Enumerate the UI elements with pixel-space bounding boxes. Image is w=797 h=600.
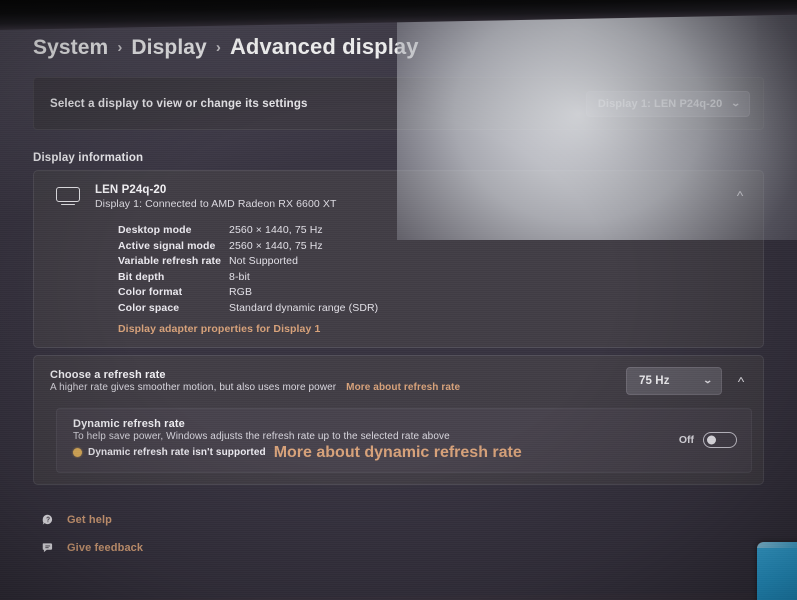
toggle-knob	[707, 435, 716, 445]
display-information-collapse-button[interactable]: ˄	[726, 183, 755, 205]
refresh-rate-collapse-button[interactable]: ˄	[728, 371, 754, 391]
refresh-rate-value: 75 Hz	[639, 374, 670, 387]
spec-value: 8-bit	[229, 270, 250, 283]
display-picker-value: Display 1: LEN P24q-20	[597, 97, 723, 110]
settings-app-content: System › Display › Advanced display Sele…	[0, 0, 797, 578]
dynamic-refresh-rate-card: Dynamic refresh rate To help save power,…	[56, 407, 752, 473]
display-information-heading: Display information	[33, 152, 144, 164]
chevron-down-icon: ⌄	[703, 375, 714, 386]
monitor-icon-screen	[56, 187, 80, 202]
spec-key: Bit depth	[118, 270, 165, 283]
give-feedback-link[interactable]: Give feedback	[40, 540, 773, 556]
refresh-rate-title: Choose a refresh rate	[50, 368, 166, 381]
get-help-link[interactable]: Get help	[40, 512, 773, 528]
warning-icon	[73, 448, 82, 458]
refresh-rate-dropdown[interactable]: 75 Hz ⌄	[626, 366, 722, 395]
spec-value: Standard dynamic range (SDR)	[229, 301, 379, 314]
spec-key: Color space	[118, 301, 180, 314]
spec-key: Desktop mode	[118, 224, 192, 237]
page-title: Advanced display	[229, 34, 419, 59]
dynamic-refresh-rate-title: Dynamic refresh rate	[73, 417, 185, 430]
monitor-name: LEN P24q-20	[95, 184, 167, 196]
chevron-up-icon: ˄	[737, 375, 745, 387]
select-display-band: Select a display to view or change its s…	[33, 77, 764, 130]
feedback-icon	[40, 540, 55, 556]
spec-key: Color format	[118, 286, 183, 299]
chevron-down-icon: ⌄	[731, 98, 742, 108]
blue-flyout-corner[interactable]	[757, 542, 797, 600]
refresh-rate-texts: Choose a refresh rate A higher rate give…	[50, 369, 460, 393]
footer-links: Get help Give feedback	[40, 512, 773, 556]
spec-value: RGB	[229, 286, 253, 299]
photographed-screen: System › Display › Advanced display Sele…	[0, 0, 797, 600]
help-icon	[40, 512, 55, 528]
chevron-up-icon: ˄	[736, 188, 744, 200]
spec-key: Active signal mode	[118, 239, 216, 252]
display-information-header: LEN P24q-20 Display 1: Connected to AMD …	[48, 183, 749, 210]
get-help-label: Get help	[67, 513, 112, 526]
monitor-connection: Display 1: Connected to AMD Radeon RX 66…	[95, 198, 337, 211]
dynamic-refresh-rate-texts: Dynamic refresh rate To help save power,…	[73, 418, 522, 462]
choose-refresh-rate-row: Choose a refresh rate A higher rate give…	[34, 356, 763, 408]
breadcrumb: System › Display › Advanced display	[24, 0, 773, 60]
spec-value: Not Supported	[229, 255, 299, 268]
spec-key: Variable refresh rate	[118, 255, 222, 268]
spec-value: 2560 × 1440, 75 Hz	[229, 239, 323, 252]
breadcrumb-separator-icon: ›	[215, 39, 221, 56]
display-information-card: ˄ LEN P24q-20 Display 1: Connected to AM…	[33, 170, 764, 348]
refresh-rate-description-text: A higher rate gives smoother motion, but…	[50, 381, 337, 393]
dynamic-refresh-rate-warning: Dynamic refresh rate isn't supported Mor…	[73, 444, 522, 462]
refresh-rate-description: A higher rate gives smoother motion, but…	[50, 382, 460, 393]
toggle-state-label: Off	[678, 433, 694, 446]
monitor-icon	[56, 187, 82, 209]
warning-text: Dynamic refresh rate isn't supported	[88, 447, 266, 459]
breadcrumb-item-system[interactable]: System	[33, 36, 108, 60]
refresh-rate-card: Choose a refresh rate A higher rate give…	[33, 354, 764, 485]
breadcrumb-item-display[interactable]: Display	[131, 36, 206, 60]
monitor-icon-base	[61, 203, 75, 206]
give-feedback-label: Give feedback	[67, 541, 144, 554]
select-display-label: Select a display to view or change its s…	[50, 97, 308, 110]
spec-value: 2560 × 1440, 75 Hz	[229, 224, 323, 237]
display-specs-table: Desktop mode 2560 × 1440, 75 Hz Active s…	[118, 224, 749, 314]
breadcrumb-separator-icon: ›	[117, 39, 123, 56]
more-about-refresh-rate-link[interactable]: More about refresh rate	[346, 382, 460, 393]
display-picker-dropdown[interactable]: Display 1: LEN P24q-20 ⌄	[585, 90, 750, 117]
dynamic-refresh-rate-description: To help save power, Windows adjusts the …	[73, 430, 450, 442]
display-identity: LEN P24q-20 Display 1: Connected to AMD …	[95, 183, 336, 210]
dynamic-refresh-rate-toggle-group: Off	[678, 431, 737, 448]
dynamic-refresh-rate-toggle[interactable]	[703, 431, 737, 448]
refresh-rate-controls: 75 Hz ⌄ ˄	[626, 366, 754, 395]
display-adapter-properties-link[interactable]: Display adapter properties for Display 1	[118, 323, 749, 335]
more-about-dynamic-refresh-rate-link[interactable]: More about dynamic refresh rate	[274, 444, 522, 462]
